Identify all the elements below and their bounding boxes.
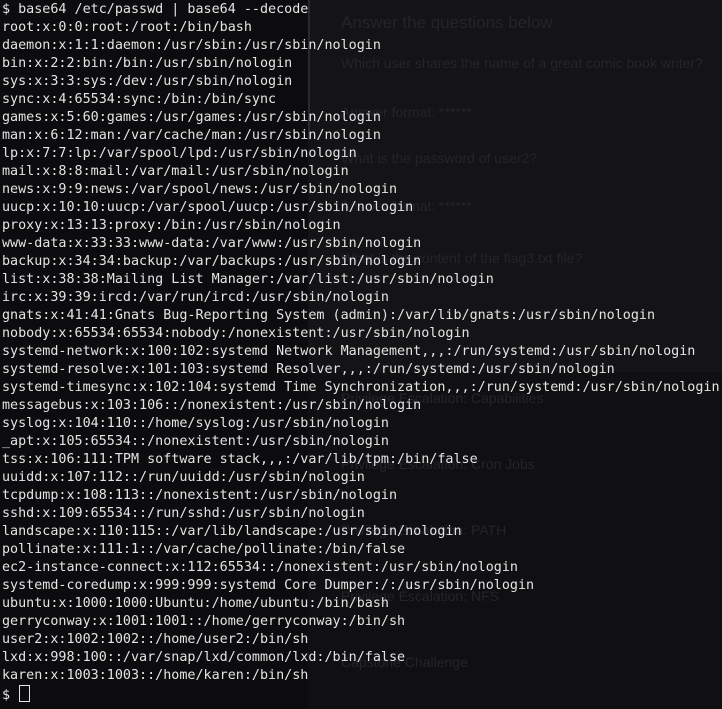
terminal-command-line: $ base64 /etc/passwd | base64 --decode [2, 2, 309, 17]
terminal-output-line: gerryconway:x:1001:1001::/home/gerryconw… [2, 614, 406, 629]
terminal-output-line: messagebus:x:103:106::/nonexistent:/usr/… [2, 398, 422, 413]
terminal-output-line: games:x:5:60:games:/usr/games:/usr/sbin/… [2, 110, 381, 125]
terminal-output-line: _apt:x:105:65534::/nonexistent:/usr/sbin… [2, 434, 389, 449]
terminal-output-line: lxd:x:998:100::/var/snap/lxd/common/lxd:… [2, 650, 406, 665]
terminal-output-line: backup:x:34:34:backup:/var/backups:/usr/… [2, 254, 422, 269]
terminal-output-line: bin:x:2:2:bin:/bin:/usr/sbin/nologin [2, 56, 293, 71]
terminal-output-line: www-data:x:33:33:www-data:/var/www:/usr/… [2, 236, 422, 251]
terminal-output-line: man:x:6:12:man:/var/cache/man:/usr/sbin/… [2, 128, 381, 143]
prompt-symbol: $ [2, 688, 19, 703]
terminal-output-line: list:x:38:38:Mailing List Manager:/var/l… [2, 272, 494, 287]
terminal-output-line: uuidd:x:107:112::/run/uuidd:/usr/sbin/no… [2, 470, 365, 485]
terminal-output-line: news:x:9:9:news:/var/spool/news:/usr/sbi… [2, 182, 398, 197]
terminal-output-line: sys:x:3:3:sys:/dev:/usr/sbin/nologin [2, 74, 293, 89]
terminal-output-line: ubuntu:x:1000:1000:Ubuntu:/home/ubuntu:/… [2, 596, 389, 611]
terminal-cursor [19, 685, 31, 702]
terminal-output: root:x:0:0:root:/root:/bin/bash daemon:x:… [2, 19, 722, 685]
terminal-output-line: nobody:x:65534:65534:nobody:/nonexistent… [2, 326, 470, 341]
terminal-output-line: gnats:x:41:41:Gnats Bug-Reporting System… [2, 308, 656, 323]
terminal-output-line: ec2-instance-connect:x:112:65534::/nonex… [2, 560, 518, 575]
terminal-prompt-line[interactable]: $ [2, 685, 722, 703]
terminal-output-line: user2:x:1002:1002::/home/user2:/bin/sh [2, 632, 309, 647]
terminal-output-line: sshd:x:109:65534::/run/sshd:/usr/sbin/no… [2, 506, 365, 521]
terminal-output-line: systemd-network:x:100:102:systemd Networ… [2, 344, 696, 359]
terminal-output-line: tss:x:106:111:TPM software stack,,,:/var… [2, 452, 478, 467]
terminal-output-line: systemd-resolve:x:101:103:systemd Resolv… [2, 362, 615, 377]
terminal-output-line: uucp:x:10:10:uucp:/var/spool/uucp:/usr/s… [2, 200, 414, 215]
terminal-output-line: systemd-coredump:x:999:999:systemd Core … [2, 578, 535, 593]
terminal-output-line: daemon:x:1:1:daemon:/usr/sbin:/usr/sbin/… [2, 38, 381, 53]
terminal-output-line: pollinate:x:111:1::/var/cache/pollinate:… [2, 542, 406, 557]
terminal-output-line: mail:x:8:8:mail:/var/mail:/usr/sbin/nolo… [2, 164, 349, 179]
terminal-output-line: tcpdump:x:108:113::/nonexistent:/usr/sbi… [2, 488, 398, 503]
terminal-output-line: syslog:x:104:110::/home/syslog:/usr/sbin… [2, 416, 389, 431]
terminal-output-line: karen:x:1003:1003::/home/karen:/bin/sh [2, 668, 309, 683]
terminal-output-line: irc:x:39:39:ircd:/var/run/ircd:/usr/sbin… [2, 290, 389, 305]
terminal-window[interactable]: $ base64 /etc/passwd | base64 --decode r… [0, 0, 722, 709]
terminal-output-line: root:x:0:0:root:/root:/bin/bash [2, 20, 252, 35]
terminal-output-line: lp:x:7:7:lp:/var/spool/lpd:/usr/sbin/nol… [2, 146, 357, 161]
terminal-output-line: systemd-timesync:x:102:104:systemd Time … [2, 380, 720, 395]
terminal-output-line: sync:x:4:65534:sync:/bin:/bin/sync [2, 92, 277, 107]
terminal-output-line: landscape:x:110:115::/var/lib/landscape:… [2, 524, 462, 539]
terminal-output-line: proxy:x:13:13:proxy:/bin:/usr/sbin/nolog… [2, 218, 341, 233]
